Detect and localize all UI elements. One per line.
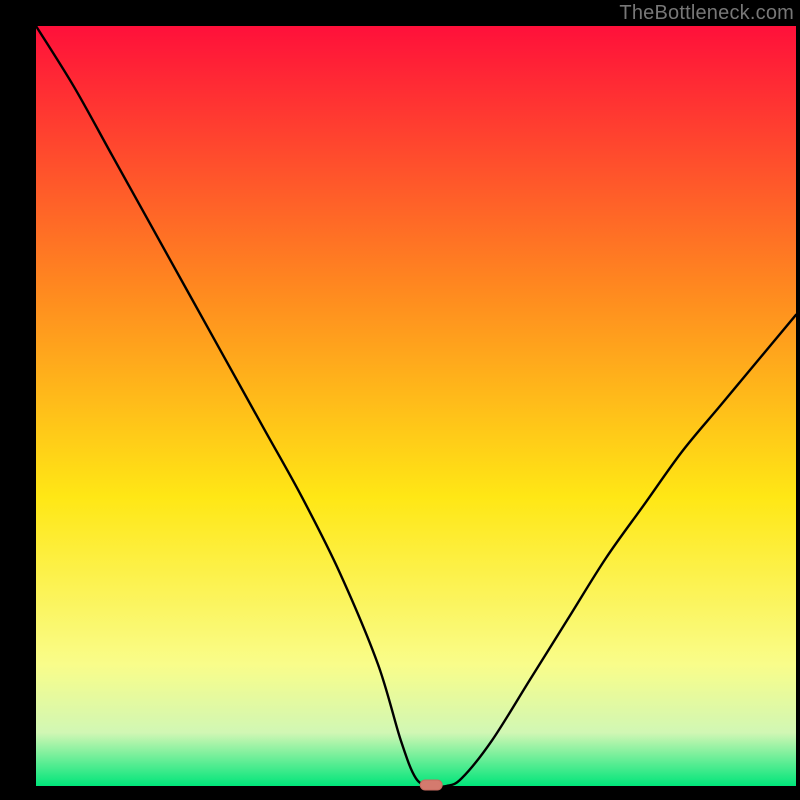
bottleneck-chart [0, 0, 800, 800]
watermark-text: TheBottleneck.com [619, 2, 794, 25]
chart-frame: { "watermark": "TheBottleneck.com", "col… [0, 0, 800, 800]
optimal-marker [420, 780, 442, 790]
plot-background [36, 26, 796, 786]
